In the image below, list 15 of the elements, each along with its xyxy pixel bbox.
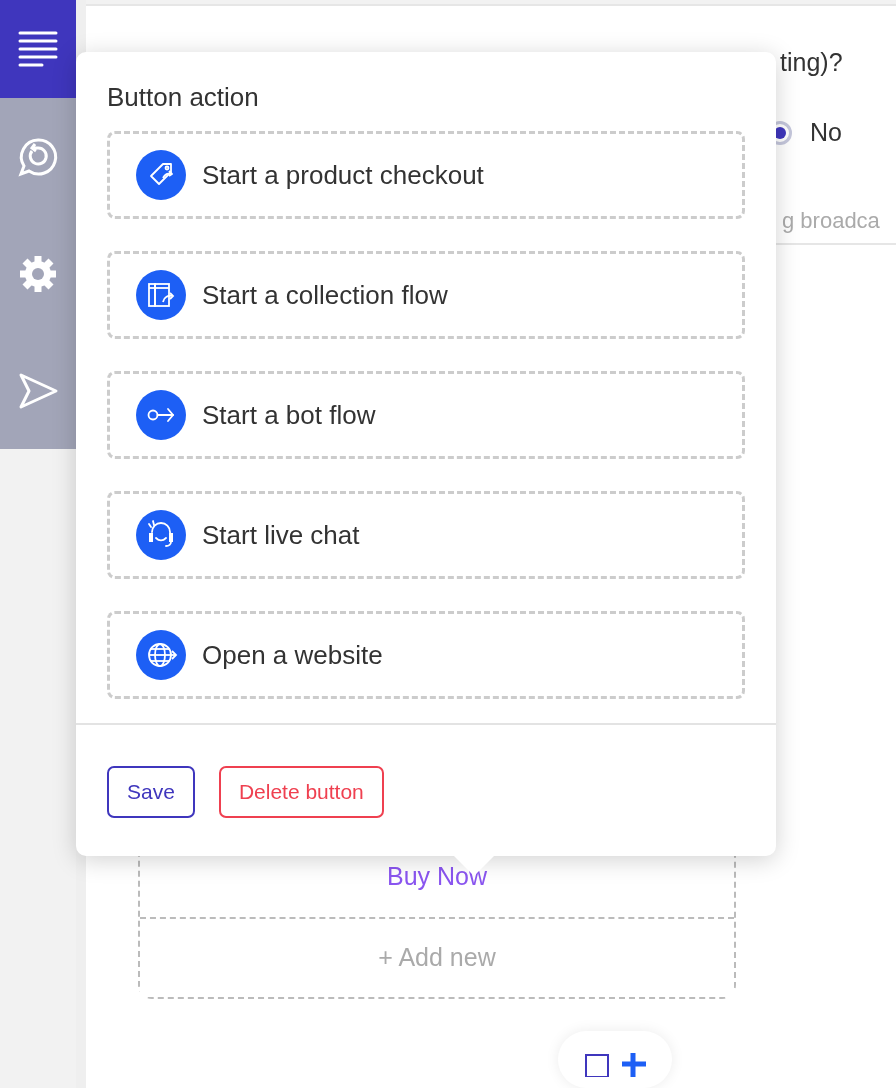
tag-icon <box>136 150 186 200</box>
popover-title: Button action <box>107 81 259 114</box>
action-option[interactable]: Start a bot flow <box>107 371 745 459</box>
save-button[interactable]: Save <box>107 766 195 818</box>
question-text: ting)? <box>780 47 843 78</box>
action-option[interactable]: Open a website <box>107 611 745 699</box>
sidebar-item[interactable] <box>0 0 76 98</box>
action-option[interactable]: Start live chat <box>107 491 745 579</box>
headset-icon <box>136 510 186 560</box>
hint-text: g broadca <box>782 207 880 235</box>
delete-button[interactable]: Delete button <box>218 766 384 818</box>
plus-icon[interactable] <box>620 1050 646 1077</box>
action-option[interactable]: Start a product checkout <box>107 131 745 219</box>
radio-label: No <box>810 117 842 148</box>
action-option[interactable]: Start a collection flow <box>107 251 745 339</box>
